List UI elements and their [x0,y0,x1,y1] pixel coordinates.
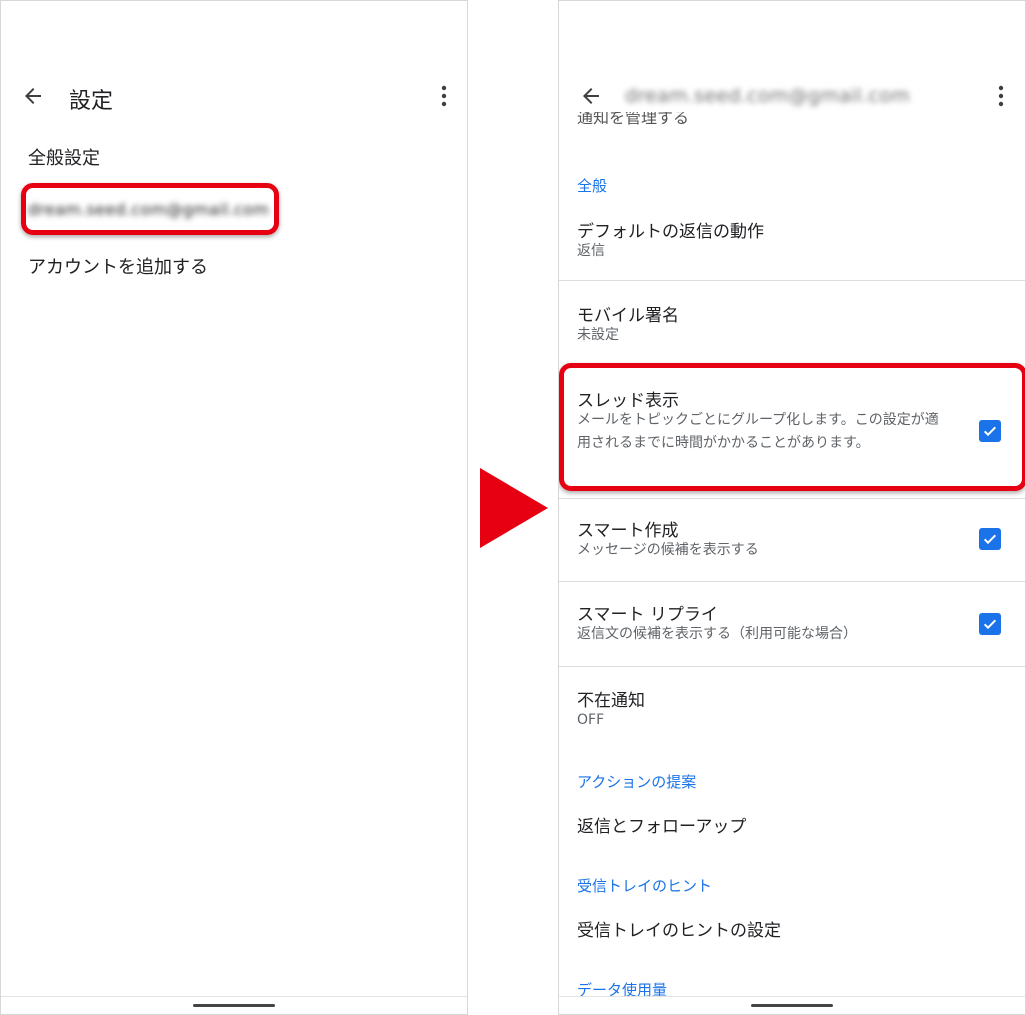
row-title: スマート リプライ [577,605,718,625]
general-settings-item[interactable]: 全般設定 [28,144,100,170]
home-gesture-handle[interactable] [751,1004,833,1007]
mobile-signature-row[interactable]: モバイル署名 未設定 [559,293,1025,365]
home-gesture-handle[interactable] [193,1004,275,1007]
divider [559,666,1025,667]
divider [559,498,1025,499]
back-button[interactable] [571,76,611,116]
row-title: 不在通知 [577,691,645,711]
more-options-button[interactable] [432,76,456,116]
row-subtitle: 返信文の候補を表示する（利用可能な場合） [577,626,857,642]
vacation-row[interactable]: 不在通知 OFF [559,678,1025,738]
clipped-row-text: 通知を管理する [577,112,690,127]
row-subtitle: 未設定 [577,327,619,343]
back-arrow-icon [583,88,599,104]
system-nav-bar [559,996,1025,1014]
smart-reply-checkbox[interactable] [979,613,1001,635]
system-nav-bar [1,996,467,1014]
row-subtitle: メッセージの候補を表示する [577,542,759,558]
row-subtitle: メールをトピックごとにグループ化します。この設定が適用されるまでに時間がかかるこ… [577,412,939,451]
right-screen: dream.seed.com@gmail.com 通知を管理する 全般 デフォル… [558,0,1026,1015]
checkbox-checked-icon [983,619,997,630]
checkbox-checked-icon [983,426,997,437]
more-vert-icon [441,85,447,107]
row-title: 返信とフォローアップ [577,817,747,837]
account-title: dream.seed.com@gmail.com [625,85,910,107]
reply-default-row[interactable]: デフォルトの返信の動作 返信 [559,209,1025,281]
more-vert-icon [998,85,1004,107]
back-arrow-icon [25,88,41,104]
add-account-item[interactable]: アカウントを追加する [28,253,208,279]
more-options-button[interactable] [989,76,1013,116]
reply-followup-row[interactable]: 返信とフォローアップ [559,804,1025,844]
smart-reply-row[interactable]: スマート リプライ 返信文の候補を表示する（利用可能な場合） [559,592,1025,664]
smart-compose-checkbox[interactable] [979,528,1001,550]
clipped-row: 通知を管理する [577,112,997,134]
account-item[interactable]: dream.seed.com@gmail.com [28,200,269,219]
divider [559,280,1025,281]
divider [559,581,1025,582]
section-actions: アクションの提案 [577,773,697,791]
row-title: モバイル署名 [577,306,679,326]
smart-compose-row[interactable]: スマート作成 メッセージの候補を表示する [559,508,1025,580]
right-triangle-arrow-icon [480,468,548,548]
row-title: デフォルトの返信の動作 [577,222,764,242]
page-title: 設定 [69,89,114,114]
checkbox-checked-icon [983,534,997,545]
row-title: スマート作成 [577,521,679,541]
back-button[interactable] [13,76,53,116]
left-screen: 設定 全般設定 dream.seed.com@gmail.com アカウントを追… [0,0,468,1015]
row-subtitle: OFF [577,712,605,728]
section-general: 全般 [577,177,608,195]
thread-view-checkbox[interactable] [979,420,1001,442]
thread-view-row[interactable]: スレッド表示 メールをトピックごとにグループ化します。この設定が適用されるまでに… [559,379,1025,489]
row-title: スレッド表示 [577,391,679,411]
inbox-tips-settings-row[interactable]: 受信トレイのヒントの設定 [559,908,1025,948]
section-inbox-tips: 受信トレイのヒント [577,877,713,895]
row-title: 受信トレイのヒントの設定 [577,921,781,941]
row-subtitle: 返信 [577,243,605,259]
